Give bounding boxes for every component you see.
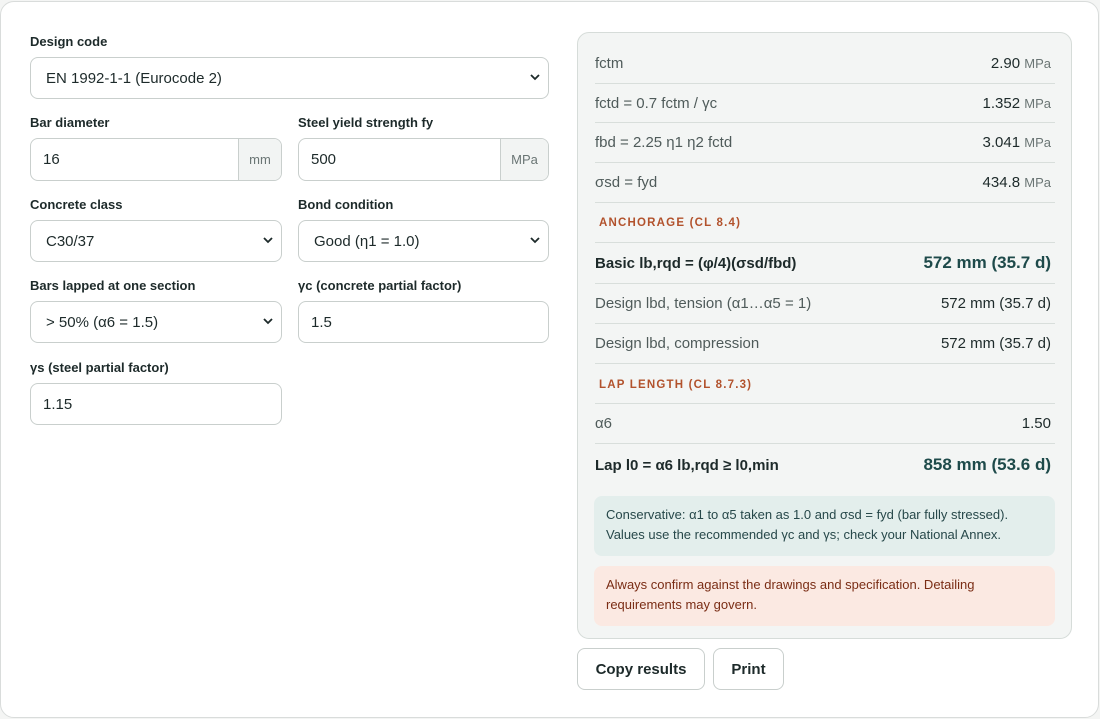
gamma-s-label: γs (steel partial factor) xyxy=(30,360,169,375)
result-row-fctd: fctd = 0.7 fctm / γc 1.352 MPa xyxy=(595,84,1055,123)
result-value: 572 mm (35.7 d) xyxy=(940,335,1051,352)
print-button[interactable]: Print xyxy=(713,648,784,690)
chevron-down-icon xyxy=(530,237,540,244)
result-row-fctm: fctm 2.90 MPa xyxy=(595,44,1055,84)
anchorage-heading: ANCHORAGE (CL 8.4) xyxy=(599,217,742,229)
bars-lapped-value: > 50% (α6 = 1.5) xyxy=(46,313,159,331)
result-key: α6 xyxy=(595,415,613,432)
result-value: 572 mm (35.7 d) xyxy=(940,295,1051,312)
bond-condition-field: Bond condition Good (η1 = 1.0) xyxy=(298,197,549,263)
result-row-sigma-sd: σsd = fyd 434.8 MPa xyxy=(595,163,1055,203)
result-row-lbd-tension: Design lbd, tension (α1…α5 = 1) 572 mm (… xyxy=(595,284,1055,324)
result-row-lap-l0: Lap l0 = α6 lb,rqd ≥ l0,min 858 mm (53.6… xyxy=(595,444,1055,486)
concrete-class-field: Concrete class C30/37 xyxy=(30,197,282,263)
bar-diameter-field: Bar diameter 16 mm xyxy=(30,115,282,181)
design-code-label: Design code xyxy=(30,34,108,49)
result-key: σsd = fyd xyxy=(595,174,658,191)
result-key: Lap l0 = α6 lb,rqd ≥ l0,min xyxy=(595,456,779,474)
bars-lapped-field: Bars lapped at one section > 50% (α6 = 1… xyxy=(30,278,282,344)
calculator-card: Design code EN 1992-1-1 (Eurocode 2) Bar… xyxy=(0,1,1099,718)
result-row-fbd: fbd = 2.25 η1 η2 fctd 3.041 MPa xyxy=(595,123,1055,163)
chevron-down-icon xyxy=(530,74,540,81)
design-code-value: EN 1992-1-1 (Eurocode 2) xyxy=(46,69,222,87)
concrete-class-label: Concrete class xyxy=(30,197,123,212)
steel-yield-unit: MPa xyxy=(500,139,548,180)
result-key: fbd = 2.25 η1 η2 fctd xyxy=(595,134,733,151)
result-key: Design lbd, tension (α1…α5 = 1) xyxy=(595,295,812,312)
bar-diameter-unit: mm xyxy=(238,139,281,180)
gamma-c-field: γc (concrete partial factor) 1.5 xyxy=(298,278,549,344)
steel-yield-input[interactable]: 500 xyxy=(299,139,500,180)
result-value: 1.50 xyxy=(1021,415,1051,432)
lap-length-heading: LAP LENGTH (CL 8.7.3) xyxy=(599,379,753,391)
bar-diameter-input-group: 16 mm xyxy=(30,138,282,181)
info-note: Conservative: α1 to α5 taken as 1.0 and … xyxy=(594,496,1055,556)
result-key: Basic lb,rqd = (φ/4)(σsd/fbd) xyxy=(595,254,797,272)
gamma-c-label: γc (concrete partial factor) xyxy=(298,278,462,293)
result-row-lb-rqd: Basic lb,rqd = (φ/4)(σsd/fbd) 572 mm (35… xyxy=(595,242,1055,284)
result-value: 2.90 MPa xyxy=(990,55,1051,72)
result-key: Design lbd, compression xyxy=(595,335,760,352)
gamma-s-field: γs (steel partial factor) 1.15 xyxy=(30,360,282,426)
gamma-c-input[interactable]: 1.5 xyxy=(298,301,549,343)
results-panel: fctm 2.90 MPa fctd = 0.7 fctm / γc 1.352… xyxy=(577,32,1072,639)
result-value: 858 mm (53.6 d) xyxy=(923,455,1051,474)
result-key: fctd = 0.7 fctm / γc xyxy=(595,94,718,112)
result-value: 434.8 MPa xyxy=(982,174,1051,191)
concrete-class-value: C30/37 xyxy=(46,232,95,250)
chevron-down-icon xyxy=(263,318,273,325)
concrete-class-select[interactable]: C30/37 xyxy=(30,220,282,262)
chevron-down-icon xyxy=(263,237,273,244)
result-value: 572 mm (35.7 d) xyxy=(923,253,1051,272)
design-code-select[interactable]: EN 1992-1-1 (Eurocode 2) xyxy=(30,57,549,99)
result-value: 1.352 MPa xyxy=(982,94,1051,112)
steel-yield-field: Steel yield strength fy 500 MPa xyxy=(298,115,549,181)
bond-condition-select[interactable]: Good (η1 = 1.0) xyxy=(298,220,549,262)
warning-note: Always confirm against the drawings and … xyxy=(594,566,1055,626)
design-code-field: Design code EN 1992-1-1 (Eurocode 2) xyxy=(30,34,549,100)
gamma-s-input[interactable]: 1.15 xyxy=(30,383,282,425)
bond-condition-label: Bond condition xyxy=(298,197,394,212)
bar-diameter-label: Bar diameter xyxy=(30,115,110,130)
result-row-alpha6: α6 1.50 xyxy=(595,403,1055,444)
bars-lapped-select[interactable]: > 50% (α6 = 1.5) xyxy=(30,301,282,343)
result-key: fctm xyxy=(595,55,624,72)
result-value: 3.041 MPa xyxy=(982,134,1051,151)
result-row-lbd-compression: Design lbd, compression 572 mm (35.7 d) xyxy=(595,324,1055,364)
bond-condition-value: Good (η1 = 1.0) xyxy=(314,232,420,250)
bar-diameter-input[interactable]: 16 xyxy=(31,139,238,180)
bars-lapped-label: Bars lapped at one section xyxy=(30,278,196,293)
steel-yield-label: Steel yield strength fy xyxy=(298,115,434,130)
copy-results-button[interactable]: Copy results xyxy=(577,648,705,690)
steel-yield-input-group: 500 MPa xyxy=(298,138,549,181)
